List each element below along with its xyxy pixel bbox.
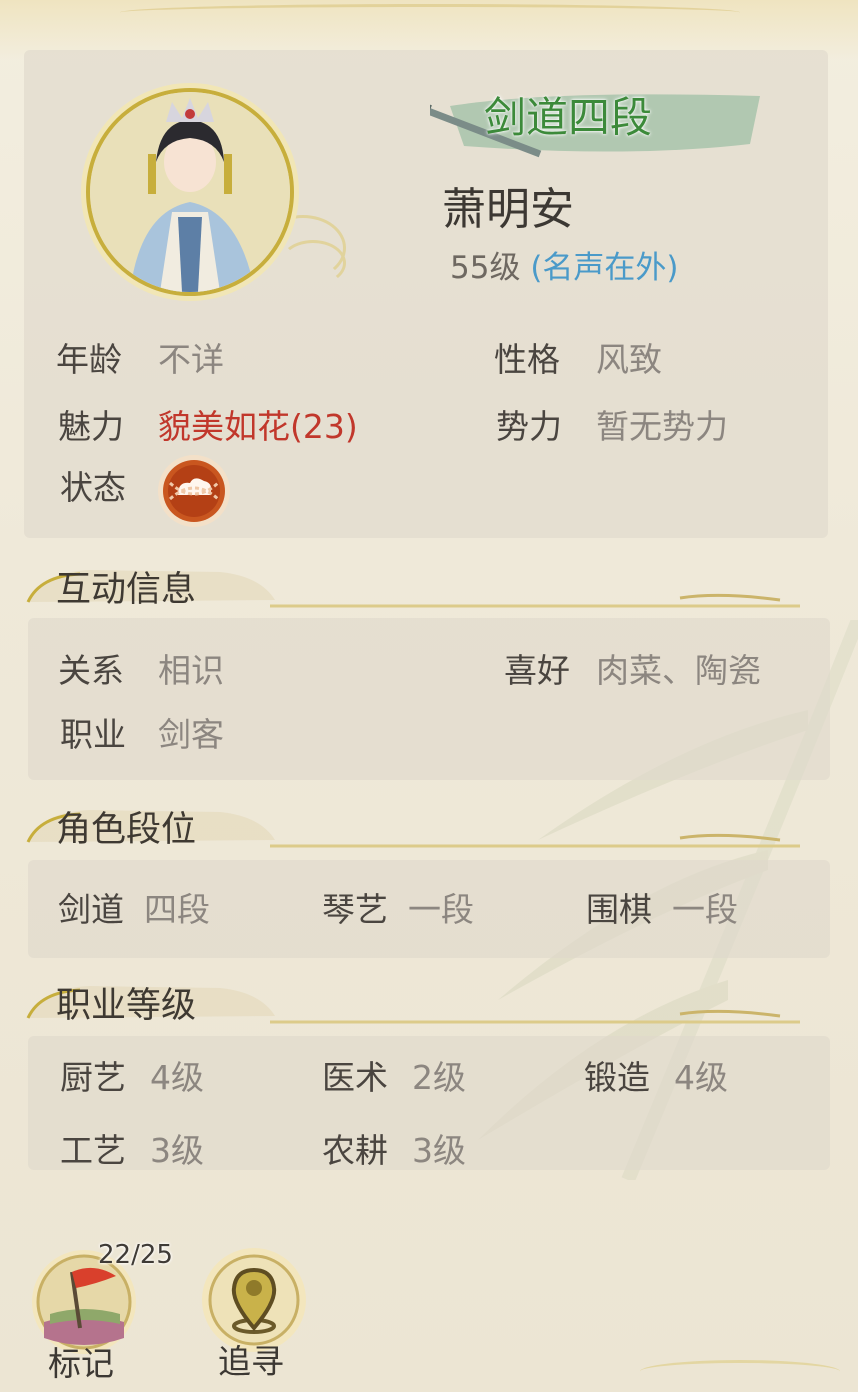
rank-item-label: 琴艺 xyxy=(322,890,388,929)
job-label: 职业 xyxy=(60,715,126,754)
profession-item-label: 农耕 xyxy=(322,1131,388,1170)
professions-section-title: 职业等级 xyxy=(56,986,197,1026)
ranks-section-header: 角色段位 xyxy=(20,802,810,862)
rank-item-label: 围棋 xyxy=(586,890,652,929)
relation-value: 相识 xyxy=(158,651,224,690)
profession-item-value: 3级 xyxy=(150,1131,204,1170)
ranks-section-title: 角色段位 xyxy=(56,810,197,850)
status-label: 状态 xyxy=(60,468,126,507)
rank-title: 剑道四段 xyxy=(484,93,653,142)
profession-item-value: 4级 xyxy=(674,1058,728,1097)
character-avatar[interactable] xyxy=(86,88,294,296)
personality-value: 风致 xyxy=(596,340,662,379)
age-label: 年龄 xyxy=(56,340,122,379)
mark-label: 标记 xyxy=(48,1344,114,1383)
location-pin-icon xyxy=(202,1248,306,1352)
chain-shackle-icon[interactable] xyxy=(156,453,232,529)
profession-item-value: 3级 xyxy=(412,1131,466,1170)
portrait-image xyxy=(90,92,290,292)
hobby-value: 肉菜、陶瓷 xyxy=(596,651,761,690)
profession-item-value: 2级 xyxy=(412,1058,466,1097)
seek-label: 追寻 xyxy=(218,1342,284,1381)
profession-item-label: 厨艺 xyxy=(60,1058,126,1097)
relation-label: 关系 xyxy=(58,651,124,690)
profession-item-value: 4级 xyxy=(150,1058,204,1097)
sword-icon xyxy=(402,70,442,110)
cloud-decoration xyxy=(280,240,346,286)
rank-item-value: 一段 xyxy=(408,890,474,929)
rank-item-value: 四段 xyxy=(144,890,210,929)
faction-value: 暂无势力 xyxy=(596,407,728,446)
rank-item-label: 剑道 xyxy=(58,890,124,929)
professions-section-header: 职业等级 xyxy=(20,978,810,1038)
mark-count: 22/25 xyxy=(98,1240,173,1270)
profession-item-label: 医术 xyxy=(322,1058,388,1097)
interaction-section-title: 互动信息 xyxy=(56,570,197,610)
profession-item-label: 工艺 xyxy=(60,1131,126,1170)
character-info-page: 剑道四段 萧明安 55级 (名声在外) 年龄 不详 性格 风致 魅力 貌美如花(… xyxy=(0,0,858,1392)
personality-label: 性格 xyxy=(494,340,560,379)
charm-label: 魅力 xyxy=(58,407,124,446)
charm-value: 貌美如花(23) xyxy=(158,407,358,446)
character-level-line: 55级 (名声在外) xyxy=(450,248,679,288)
seek-button[interactable] xyxy=(200,1246,308,1354)
age-value: 不详 xyxy=(158,340,224,379)
character-name: 萧明安 xyxy=(442,184,574,235)
job-value: 剑客 xyxy=(158,715,224,754)
profession-item-label: 锻造 xyxy=(584,1058,650,1097)
faction-label: 势力 xyxy=(496,407,562,446)
bottom-cloud-decoration xyxy=(640,1360,840,1383)
hobby-label: 喜好 xyxy=(504,651,570,690)
rank-item-value: 一段 xyxy=(672,890,738,929)
character-level: 55级 xyxy=(450,250,521,286)
interaction-section-header: 互动信息 xyxy=(20,562,810,622)
interaction-panel xyxy=(28,618,830,780)
fame-status: (名声在外) xyxy=(530,250,679,286)
